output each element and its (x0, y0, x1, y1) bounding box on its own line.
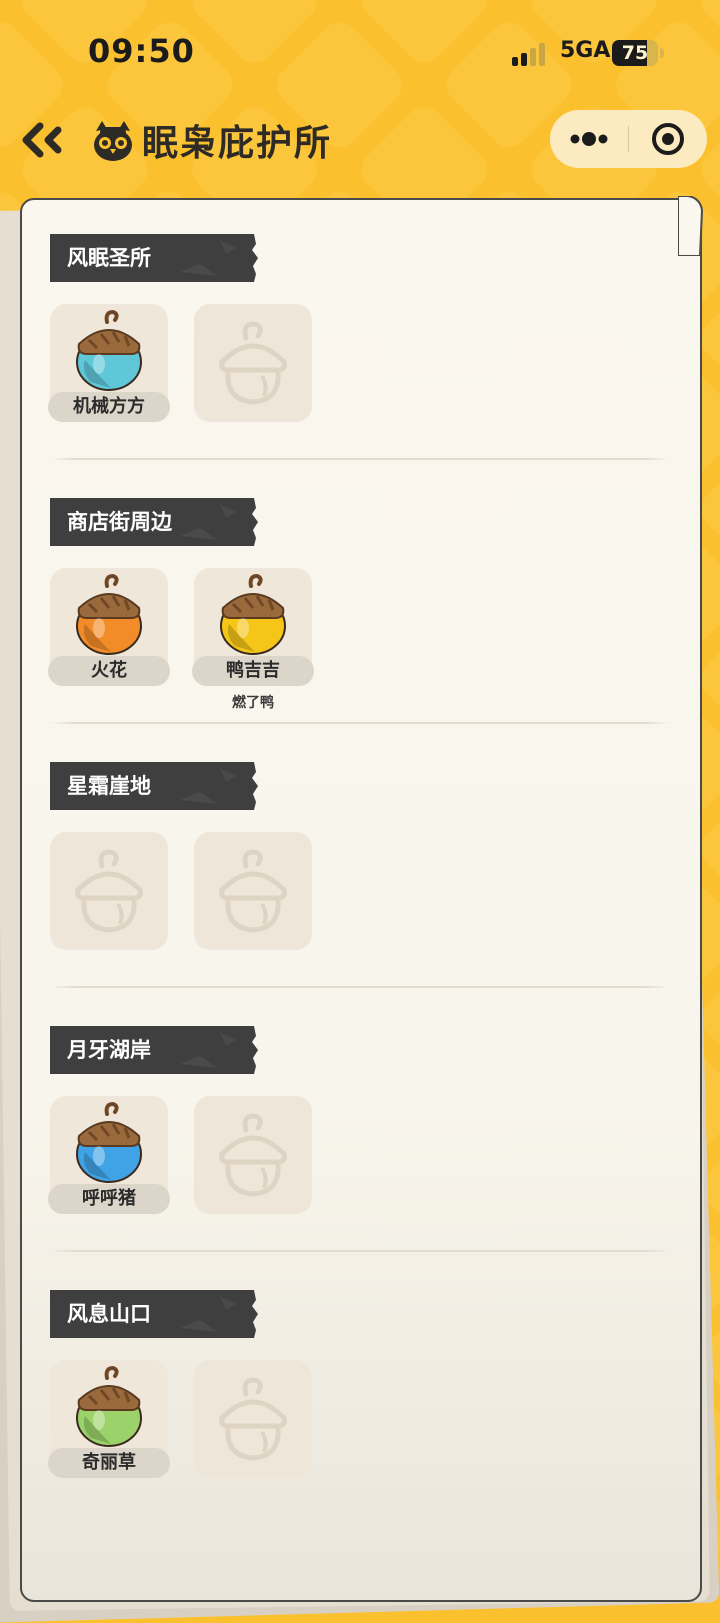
section-header: 风眠圣所 (50, 234, 258, 282)
section: 风息山口 奇丽草 (48, 1290, 690, 1510)
battery-percent: 75 (621, 42, 649, 64)
acorn-icon (220, 573, 286, 655)
section-header: 月牙湖岸 (50, 1026, 258, 1074)
empty-acorn-icon (219, 321, 287, 405)
status-time: 09:50 (88, 32, 195, 70)
section-title: 月牙湖岸 (67, 1038, 151, 1062)
section-title: 星霜崖地 (67, 774, 151, 798)
creature-name: 呼呼猪 (48, 1184, 170, 1214)
section-divider (50, 458, 670, 460)
empty-slot[interactable] (194, 1360, 312, 1478)
miniprogram-capsule (550, 110, 707, 168)
section-divider (50, 722, 670, 724)
creature-name: 火花 (48, 656, 170, 686)
section: 月牙湖岸 呼呼猪 (48, 1026, 690, 1246)
empty-slot[interactable] (194, 304, 312, 422)
empty-acorn-icon (219, 849, 287, 933)
empty-slot[interactable] (50, 832, 168, 950)
section-divider (50, 986, 670, 988)
target-icon (652, 123, 684, 155)
section: 星霜崖地 (50, 762, 690, 982)
acorn-icon (76, 309, 142, 391)
creature-slot[interactable]: 呼呼猪 (48, 1096, 170, 1214)
empty-acorn-icon (219, 1113, 287, 1197)
creature-name: 机械方方 (48, 392, 170, 422)
section-title: 风息山口 (67, 1302, 151, 1326)
network-type: 5GA (560, 38, 611, 63)
section-divider (50, 1250, 670, 1252)
acorn-icon (76, 573, 142, 655)
section-title: 风眠圣所 (67, 246, 151, 270)
creature-name: 奇丽草 (48, 1448, 170, 1478)
creature-slot[interactable]: 鸭吉吉 燃了鸭 (192, 568, 314, 711)
creature-slot[interactable]: 奇丽草 (48, 1360, 170, 1478)
creature-name: 鸭吉吉 (192, 656, 314, 686)
page-header: 眠枭庇护所 (90, 112, 332, 168)
section: 风眠圣所 机械方方 (48, 234, 690, 454)
empty-slot[interactable] (194, 832, 312, 950)
back-button[interactable] (20, 118, 68, 162)
close-button[interactable] (629, 110, 707, 168)
creature-nickname: 燃了鸭 (232, 695, 274, 711)
creature-slot[interactable]: 机械方方 (48, 304, 170, 422)
section-header: 商店街周边 (50, 498, 258, 546)
creature-slot[interactable]: 火花 (48, 568, 170, 686)
section: 商店街周边火花 鸭吉吉燃了鸭 (48, 498, 690, 718)
empty-slot[interactable] (194, 1096, 312, 1214)
signal-icon (512, 42, 550, 66)
battery-tip (660, 48, 664, 58)
page-title: 眠枭庇护所 (142, 123, 333, 164)
section-header: 星霜崖地 (50, 762, 258, 810)
owl-icon (94, 121, 132, 161)
section-header: 风息山口 (50, 1290, 258, 1338)
status-bar: 09:50 5GA 75 (0, 0, 720, 100)
battery-icon: 75 (612, 40, 658, 66)
section-title: 商店街周边 (67, 510, 172, 534)
empty-acorn-icon (219, 1377, 287, 1461)
acorn-icon (76, 1101, 142, 1183)
more-dots-icon (570, 132, 608, 146)
acorn-icon (76, 1365, 142, 1447)
double-chevron-left-icon (22, 122, 62, 158)
more-button[interactable] (550, 110, 628, 168)
empty-acorn-icon (75, 849, 143, 933)
